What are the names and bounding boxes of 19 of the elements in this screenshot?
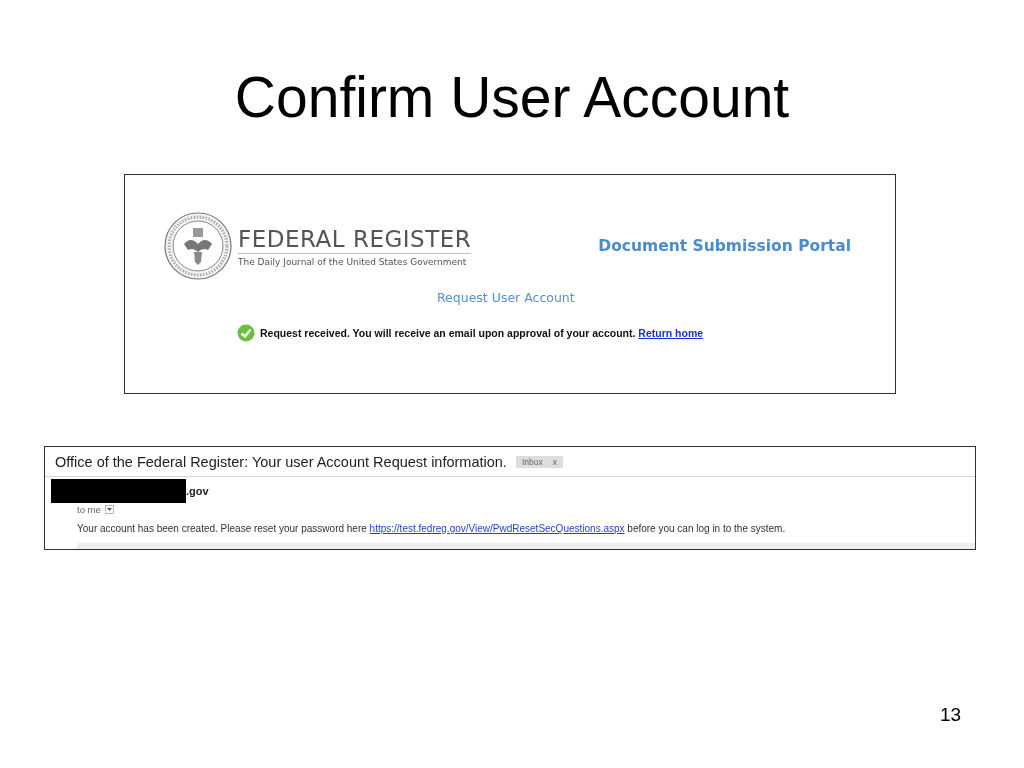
slide-title: Confirm User Account [234, 64, 790, 130]
remove-label-button[interactable]: x [552, 456, 557, 467]
logo-title: FEDERAL REGISTER [238, 225, 472, 254]
email-body: Your account has been created. Please reset your password here https://test.fedreg.gov/View/PwdResetSecQuestions.aspx before you can log in to the system. [77, 523, 787, 534]
recipient-text: to me [77, 504, 101, 515]
return-home-link[interactable]: Return home [638, 327, 704, 339]
caret-icon [106, 508, 112, 511]
status-message: Request received. You will receive an email upon approval of your account. Return home [260, 327, 704, 339]
page-number: 13 [940, 704, 962, 726]
details-dropdown[interactable] [104, 505, 114, 514]
email-subject: Office of the Federal Register: Your user Account Request information. [55, 453, 507, 470]
reset-password-link[interactable]: https://test.fedreg.gov/View/PwdResetSecQuestions.aspx [369, 523, 625, 534]
portal-title: Document Submission Portal [598, 237, 851, 255]
check-icon [237, 324, 255, 342]
label-text: Inbox [521, 456, 543, 467]
page-heading: Request User Account [437, 290, 575, 305]
seal-logo [164, 212, 232, 280]
logo-subtitle: The Daily Journal of the United States Government [238, 256, 468, 267]
sender-address: .gov [186, 485, 209, 497]
